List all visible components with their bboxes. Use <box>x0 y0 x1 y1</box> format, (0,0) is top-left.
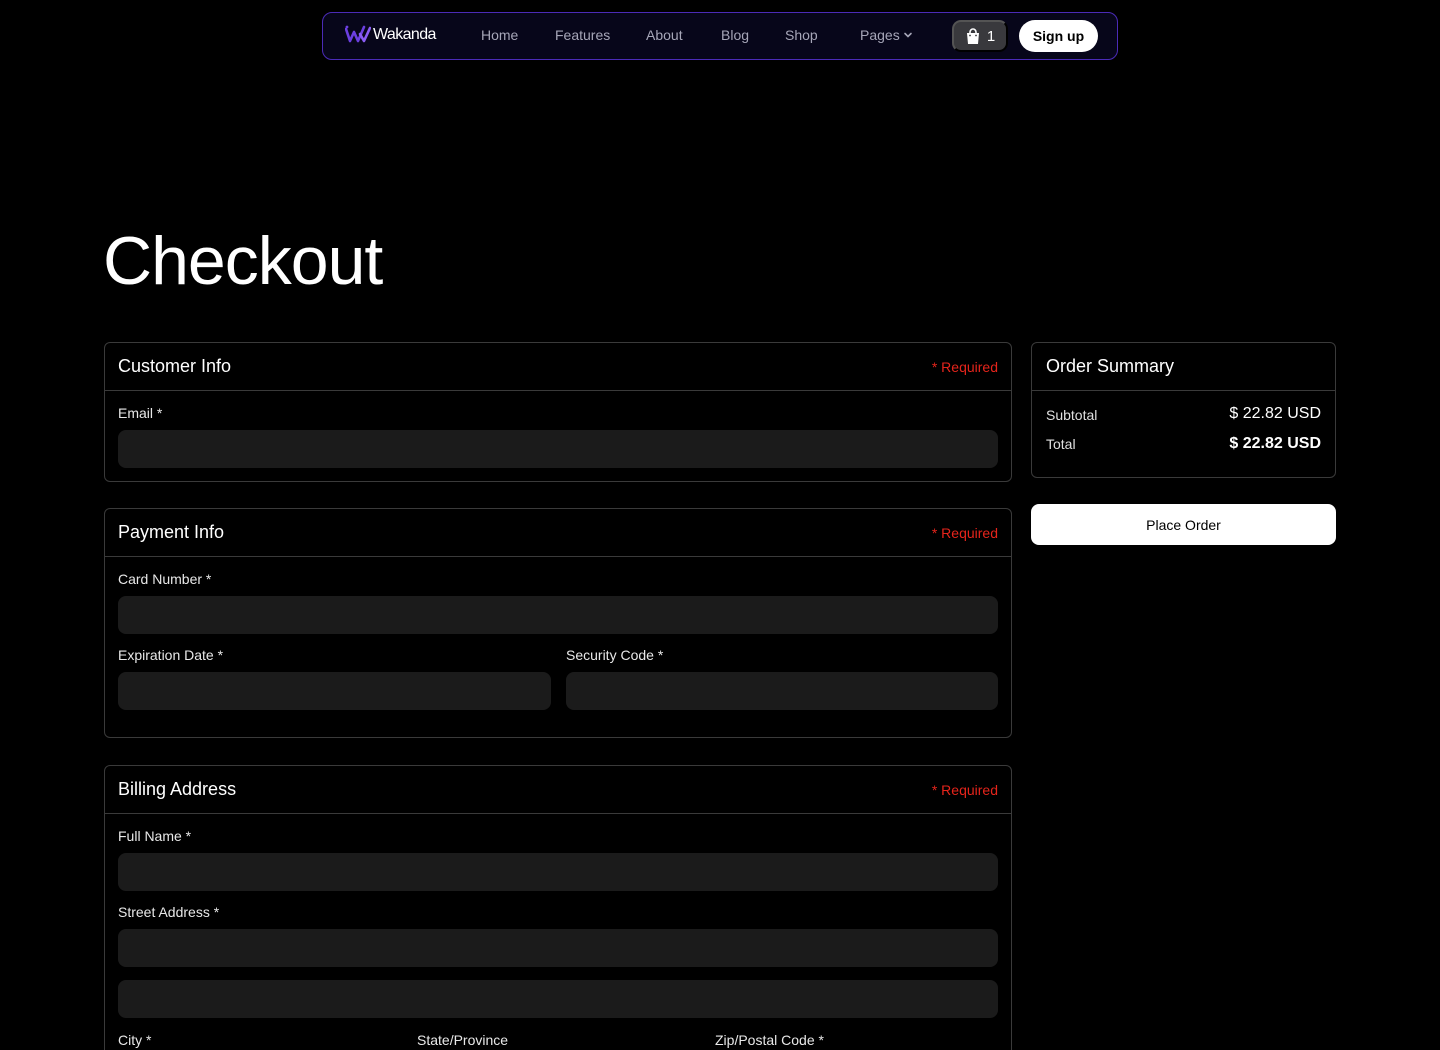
total-label: Total <box>1046 436 1076 452</box>
shopping-bag-icon <box>966 27 979 44</box>
street-address-field[interactable] <box>118 929 998 967</box>
payment-info-header: Payment Info * Required <box>105 509 1011 557</box>
security-code-label: Security Code * <box>566 647 664 663</box>
top-navbar: Wakanda Home Features About Blog Shop Pa… <box>322 12 1118 60</box>
subtotal-value: $ 22.82 USD <box>1229 405 1321 422</box>
payment-info-card: Payment Info * Required Card Number * Ex… <box>104 508 1012 738</box>
expiration-date-label: Expiration Date * <box>118 647 224 663</box>
nav-link-features[interactable]: Features <box>555 27 610 43</box>
city-label: City * <box>118 1032 152 1048</box>
nav-pages-label: Pages <box>860 27 900 43</box>
order-summary-title: Order Summary <box>1046 356 1175 376</box>
card-number-label: Card Number * <box>118 571 212 587</box>
chevron-down-icon <box>903 32 912 38</box>
cart-count: 1 <box>986 27 996 45</box>
card-number-field[interactable] <box>118 596 998 634</box>
brand-name: Wakanda <box>373 26 436 43</box>
customer-info-card: Customer Info * Required Email * <box>104 342 1012 482</box>
wakanda-logo-icon <box>345 25 371 43</box>
email-label: Email * <box>118 405 163 421</box>
street-address-label: Street Address * <box>118 904 220 920</box>
customer-info-title: Customer Info <box>118 356 232 376</box>
sign-up-button[interactable]: Sign up <box>1019 20 1098 52</box>
place-order-button[interactable]: Place Order <box>1031 504 1336 545</box>
nav-link-blog[interactable]: Blog <box>721 27 749 43</box>
total-value: $ 22.82 USD <box>1229 435 1321 452</box>
full-name-label: Full Name * <box>118 828 192 844</box>
nav-link-shop[interactable]: Shop <box>785 27 818 43</box>
email-field[interactable] <box>118 430 998 468</box>
payment-info-title: Payment Info <box>118 522 225 542</box>
zip-postal-code-label: Zip/Postal Code * <box>715 1032 824 1048</box>
brand-logo-link[interactable]: Wakanda <box>345 25 436 45</box>
nav-link-home[interactable]: Home <box>481 27 518 43</box>
security-code-field[interactable] <box>566 672 998 710</box>
required-note: * Required <box>931 782 998 798</box>
customer-info-header: Customer Info * Required <box>105 343 1011 391</box>
required-note: * Required <box>931 359 998 375</box>
state-province-label: State/Province <box>417 1032 509 1048</box>
street-address-line2-field[interactable] <box>118 980 998 1018</box>
required-note: * Required <box>931 525 998 541</box>
billing-address-header: Billing Address * Required <box>105 766 1011 814</box>
billing-address-title: Billing Address <box>118 779 237 799</box>
expiration-date-field[interactable] <box>118 672 551 710</box>
full-name-field[interactable] <box>118 853 998 891</box>
billing-address-card: Billing Address * Required Full Name * S… <box>104 765 1012 1050</box>
nav-pages-dropdown[interactable]: Pages <box>860 27 913 43</box>
page-title: Checkout <box>103 223 383 299</box>
cart-button[interactable]: 1 <box>952 20 1008 52</box>
nav-link-about[interactable]: About <box>646 27 683 43</box>
subtotal-label: Subtotal <box>1046 407 1098 423</box>
order-summary-card: Order Summary Subtotal $ 22.82 USD Total… <box>1031 342 1336 478</box>
order-summary-header: Order Summary <box>1032 343 1335 391</box>
